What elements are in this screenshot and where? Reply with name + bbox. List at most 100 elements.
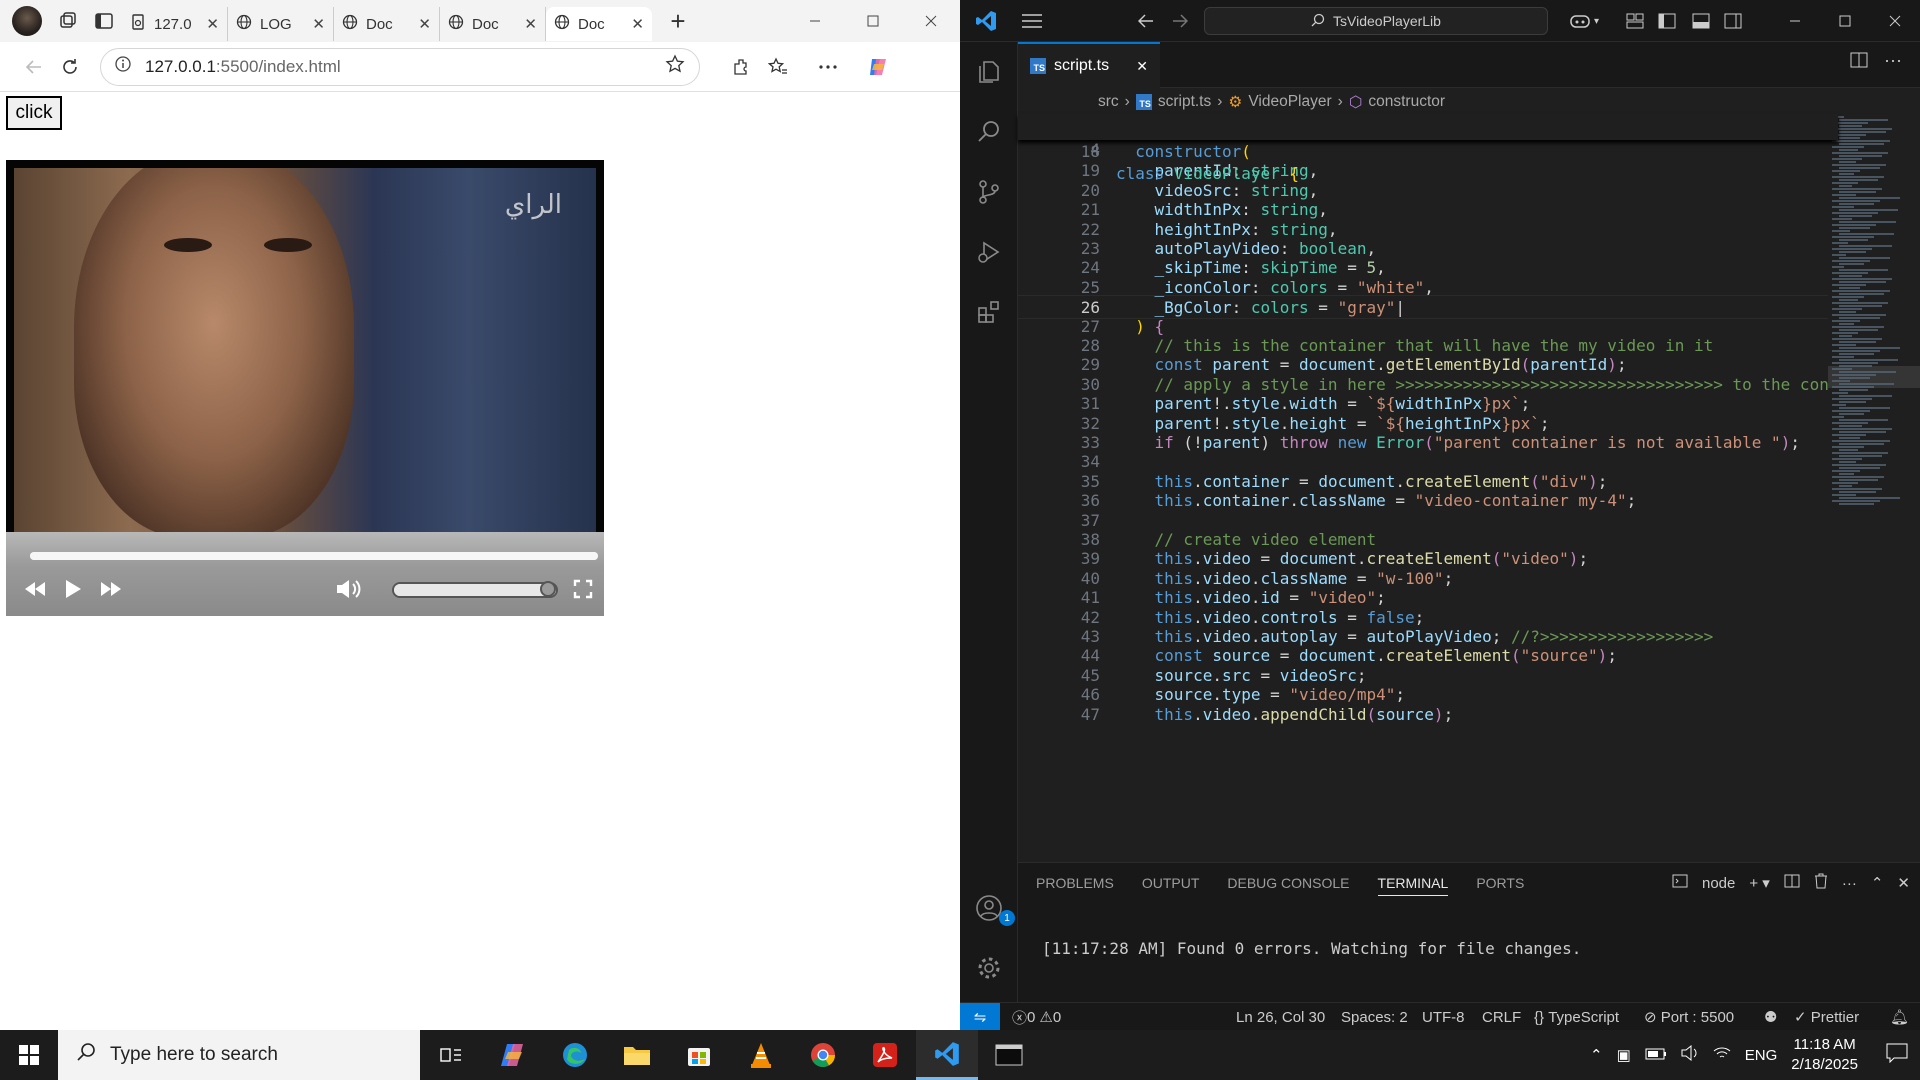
panel-tab-ports[interactable]: PORTS	[1476, 875, 1524, 896]
panel-tab-terminal[interactable]: TERMINAL	[1377, 875, 1449, 896]
forward-arrow-icon[interactable]	[1164, 0, 1196, 42]
toggle-primary-sidebar-icon[interactable]	[1652, 0, 1682, 42]
fast-forward-icon[interactable]	[96, 574, 126, 604]
chevron-up-icon[interactable]: ⌃	[1871, 874, 1884, 892]
notifications-icon[interactable]	[1886, 1043, 1908, 1067]
search-icon[interactable]	[971, 114, 1007, 150]
copilot-status-icon[interactable]: ⚉	[1764, 1003, 1777, 1031]
address-bar[interactable]: 127.0.0.1:5500/index.html	[100, 47, 700, 86]
language-mode[interactable]: {} TypeScript	[1534, 1003, 1619, 1031]
rewind-icon[interactable]	[20, 574, 50, 604]
close-window-icon[interactable]	[1870, 0, 1920, 42]
profile-avatar[interactable]	[12, 6, 42, 36]
panel-tab-problems[interactable]: PROBLEMS	[1036, 875, 1114, 896]
chrome-icon[interactable]	[792, 1030, 854, 1080]
click-button[interactable]: click	[6, 96, 62, 130]
close-icon[interactable]: ✕	[1897, 874, 1910, 892]
video-progress-bar[interactable]	[30, 552, 598, 560]
indentation[interactable]: Spaces: 2	[1341, 1003, 1408, 1031]
close-icon[interactable]: ✕	[206, 15, 219, 33]
copilot-icon[interactable]: ▾	[1564, 0, 1604, 42]
trash-icon[interactable]	[1814, 873, 1828, 893]
minimize-icon[interactable]	[1770, 0, 1820, 42]
code-editor[interactable]: 18 constructor(19 parentId: string, 20 vi…	[1018, 140, 1838, 862]
new-terminal-icon[interactable]: + ▾	[1749, 874, 1769, 892]
sticky-scroll-line[interactable]: 4 class VideoPlayer {	[1018, 114, 1838, 183]
extensions-icon[interactable]	[724, 49, 760, 85]
video-player[interactable]: الراي	[6, 160, 604, 616]
clock[interactable]: 11:18 AM 2/18/2025	[1791, 1035, 1858, 1075]
speaker-icon[interactable]	[1681, 1044, 1699, 1065]
explorer-icon[interactable]	[971, 54, 1007, 90]
split-terminal-icon[interactable]	[1784, 874, 1800, 892]
accounts-icon[interactable]: 1	[971, 890, 1015, 926]
terminal-app-icon[interactable]	[978, 1030, 1040, 1080]
close-icon[interactable]: ✕	[631, 15, 644, 33]
volume-knob[interactable]	[540, 581, 556, 597]
new-tab-button[interactable]: +	[660, 3, 696, 39]
battery-icon[interactable]	[1645, 1047, 1667, 1064]
breadcrumb-member[interactable]: constructor	[1368, 93, 1445, 111]
play-icon[interactable]	[58, 574, 88, 604]
manage-gear-icon[interactable]	[971, 950, 1007, 986]
remote-icon[interactable]: ⇋	[960, 1003, 1000, 1031]
problems-status[interactable]: ⓧ 0 ⚠ 0	[1012, 1003, 1061, 1031]
browser-tab[interactable]: Doc ✕	[440, 7, 546, 41]
tab-script-ts[interactable]: TS script.ts ✕	[1018, 42, 1160, 88]
edge-browser-icon[interactable]	[544, 1030, 606, 1080]
browser-tab[interactable]: LOG ✕	[228, 7, 334, 41]
video-frame[interactable]: الراي	[14, 168, 596, 532]
microsoft-store-icon[interactable]	[668, 1030, 730, 1080]
close-icon[interactable]: ✕	[1136, 58, 1148, 75]
extensions-icon[interactable]	[971, 294, 1007, 330]
minimize-icon[interactable]	[786, 0, 844, 42]
line-endings[interactable]: CRLF	[1482, 1003, 1521, 1031]
split-editor-icon[interactable]	[1850, 52, 1868, 73]
volume-icon[interactable]	[334, 574, 364, 604]
tab-actions-icon[interactable]	[86, 3, 122, 39]
browser-tab[interactable]: 127.0 ✕	[122, 7, 228, 41]
task-view-icon[interactable]	[420, 1030, 482, 1080]
maximize-icon[interactable]	[844, 0, 902, 42]
start-button[interactable]	[0, 1030, 58, 1080]
vlc-icon[interactable]	[730, 1030, 792, 1080]
cursor-position[interactable]: Ln 26, Col 30	[1236, 1003, 1325, 1031]
vscode-taskbar-icon[interactable]	[916, 1030, 978, 1080]
close-icon[interactable]: ✕	[524, 15, 537, 33]
run-debug-icon[interactable]	[971, 234, 1007, 270]
copilot-icon[interactable]	[860, 49, 896, 85]
wifi-icon[interactable]	[1713, 1045, 1731, 1065]
more-actions-icon[interactable]: ···	[1884, 50, 1902, 71]
back-arrow-icon[interactable]	[1130, 0, 1162, 42]
toggle-secondary-sidebar-icon[interactable]	[1718, 0, 1748, 42]
fullscreen-icon[interactable]	[568, 574, 598, 604]
customize-layout-icon[interactable]	[1620, 0, 1650, 42]
panel-tab-output[interactable]: OUTPUT	[1142, 875, 1200, 896]
notifications-bell-icon[interactable]: 🔔︎	[1890, 1003, 1909, 1031]
terminal-name[interactable]: node	[1702, 875, 1735, 892]
meet-now-icon[interactable]: ▣	[1617, 1046, 1631, 1064]
info-icon[interactable]	[115, 56, 131, 77]
live-server-port[interactable]: ⊘ Port : 5500	[1644, 1003, 1734, 1031]
minimap[interactable]	[1828, 116, 1920, 862]
prettier-status[interactable]: ✓ Prettier	[1794, 1003, 1859, 1031]
more-menu-icon[interactable]	[810, 49, 846, 85]
browser-tab-active[interactable]: Doc ✕	[546, 7, 652, 41]
close-icon[interactable]: ✕	[312, 15, 325, 33]
back-icon[interactable]	[16, 49, 52, 85]
language-indicator[interactable]: ENG	[1745, 1047, 1778, 1064]
copilot-app-icon[interactable]	[482, 1030, 544, 1080]
breadcrumb-file[interactable]: script.ts	[1158, 93, 1211, 111]
chevron-up-icon[interactable]: ⌃	[1590, 1046, 1603, 1064]
breadcrumb-folder[interactable]: src	[1098, 93, 1119, 111]
volume-slider[interactable]	[392, 581, 558, 598]
taskbar-search[interactable]: Type here to search	[58, 1030, 420, 1080]
refresh-icon[interactable]	[52, 49, 88, 85]
browser-tab[interactable]: Doc ✕	[334, 7, 440, 41]
command-center-search[interactable]: TsVideoPlayerLib	[1204, 7, 1548, 35]
workspaces-icon[interactable]	[50, 3, 86, 39]
favorites-icon[interactable]	[760, 49, 796, 85]
close-icon[interactable]: ✕	[418, 15, 431, 33]
source-control-icon[interactable]	[971, 174, 1007, 210]
toggle-panel-icon[interactable]	[1686, 0, 1716, 42]
